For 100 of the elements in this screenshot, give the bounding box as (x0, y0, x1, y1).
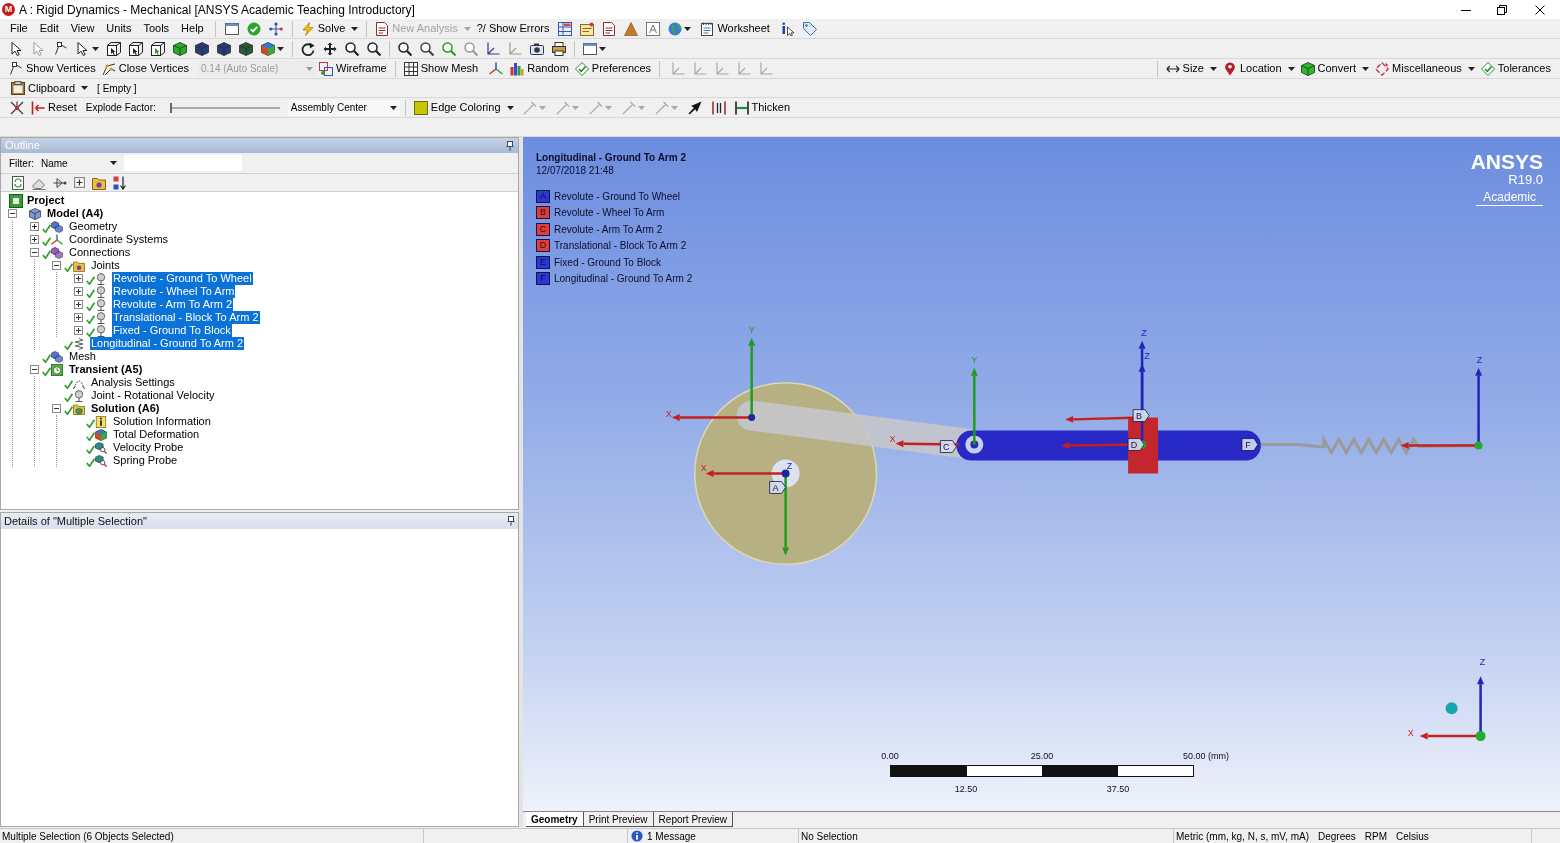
tree-item[interactable]: Transient (A5) (68, 363, 144, 376)
document-icon[interactable] (602, 21, 617, 36)
tree-item[interactable]: Connections (68, 246, 132, 259)
tree-item[interactable]: Project (26, 194, 66, 207)
wireframe-button[interactable]: Wireframe (316, 59, 390, 78)
status-units[interactable]: Metric (mm, kg, N, s, mV, mA) (1176, 828, 1309, 843)
check-circle-icon[interactable] (246, 21, 261, 36)
cube-icon[interactable] (195, 41, 209, 56)
tolerances-button[interactable]: Tolerances (1477, 59, 1554, 78)
menu-item[interactable]: Tools (137, 19, 176, 38)
menu-item[interactable]: File (4, 19, 34, 38)
center-dropdown[interactable]: Assembly Center (287, 99, 400, 116)
triangle-icon[interactable] (624, 21, 639, 36)
show-errors-button[interactable]: ?/ Show Errors (473, 19, 553, 38)
tree-item[interactable]: Velocity Probe (112, 441, 185, 454)
close-vertices-button[interactable]: Close Vertices (98, 59, 192, 78)
tree-item[interactable]: Solution Information (112, 415, 212, 428)
zoom-icon[interactable] (345, 41, 359, 56)
tree-item[interactable]: Total Deformation (112, 428, 201, 441)
collapse-icon[interactable] (30, 365, 39, 374)
tree-item[interactable]: Solution (A6) (90, 402, 161, 415)
tree-item[interactable]: Longitudinal - Ground To Arm 2 (90, 337, 245, 350)
preferences-button[interactable]: Preferences (571, 59, 655, 78)
table-icon[interactable] (558, 21, 573, 36)
collapse-icon[interactable] (8, 209, 17, 218)
expand-icon[interactable] (30, 235, 39, 244)
convert-button[interactable]: Convert (1297, 59, 1373, 78)
info-icon[interactable] (631, 830, 643, 842)
arrow-icon[interactable] (687, 100, 702, 115)
status-speed-unit[interactable]: RPM (1364, 828, 1387, 843)
thicken-button[interactable]: Thicken (731, 98, 794, 117)
cube-cursor-icon[interactable] (129, 41, 143, 56)
zoom-icon[interactable] (367, 41, 381, 56)
vertex-icon[interactable] (54, 41, 68, 56)
expand-all-icon[interactable] (74, 177, 85, 188)
tree-item[interactable]: Translational - Block To Arm 2 (112, 311, 260, 324)
caret-icon[interactable] (277, 46, 284, 51)
tree-item[interactable]: Revolute - Ground To Wheel (112, 272, 253, 285)
sort-icon[interactable] (113, 175, 127, 190)
expand-icon[interactable] (74, 300, 83, 309)
expand-icon[interactable] (74, 326, 83, 335)
location-button[interactable]: Location (1219, 59, 1298, 78)
tree-item[interactable]: Geometry (68, 220, 119, 233)
cube-icon[interactable] (261, 41, 275, 56)
random-colors-button[interactable]: Random (507, 59, 572, 78)
zoom-icon[interactable] (398, 41, 412, 56)
tree-item[interactable]: Model (A4) (46, 207, 105, 220)
move-icon[interactable] (323, 41, 337, 56)
expand-icon[interactable] (74, 313, 83, 322)
cube-icon[interactable] (173, 41, 187, 56)
zoom-icon[interactable] (420, 41, 434, 56)
tree-item[interactable]: Joints (90, 259, 121, 272)
expand-icon[interactable] (74, 274, 83, 283)
cube-icon[interactable] (239, 41, 253, 56)
pin-icon[interactable] (506, 140, 514, 151)
window-icon[interactable] (583, 41, 597, 56)
tag-icon[interactable] (802, 21, 817, 36)
caret-icon[interactable] (599, 46, 606, 51)
slider-thumb[interactable] (169, 102, 172, 113)
status-angle-unit[interactable]: Degrees (1317, 828, 1356, 843)
refresh-icon[interactable] (11, 175, 25, 190)
tree-item[interactable]: Fixed - Ground To Block (112, 324, 232, 337)
graphics-viewport[interactable] (523, 137, 1560, 811)
thick-lines-icon[interactable] (711, 100, 726, 115)
window-icon[interactable] (224, 21, 239, 36)
status-messages[interactable]: 1 Message (647, 828, 696, 843)
menu-item[interactable]: Help (175, 19, 210, 38)
show-mesh-button[interactable]: Show Mesh (400, 59, 482, 78)
reset-button[interactable]: Reset (28, 98, 80, 117)
menu-item[interactable]: Edit (33, 19, 65, 38)
tree-item[interactable]: Revolute - Arm To Arm 2 (112, 298, 233, 311)
menu-item[interactable]: Units (100, 19, 138, 38)
caret-icon[interactable] (684, 26, 692, 31)
tree-item[interactable]: Spring Probe (112, 454, 179, 467)
explode-slider[interactable] (169, 102, 280, 113)
tree-item[interactable]: Analysis Settings (90, 376, 176, 389)
rotate-icon[interactable] (301, 41, 315, 56)
folder-icon[interactable] (92, 175, 106, 190)
view-tab[interactable]: Print Preview (583, 812, 654, 827)
pin-icon[interactable] (507, 516, 515, 526)
cube-cursor-icon[interactable] (107, 41, 121, 56)
size-button[interactable]: Size (1162, 59, 1220, 78)
solve-button[interactable]: Solve (297, 19, 362, 38)
view-tab[interactable]: Report Preview (653, 812, 733, 827)
expand-icon[interactable] (74, 287, 83, 296)
tree-item[interactable]: Coordinate Systems (68, 233, 170, 246)
globe-icon[interactable] (668, 21, 683, 36)
tree-item[interactable]: Revolute - Wheel To Arm (112, 285, 236, 298)
axes-icon[interactable] (486, 41, 500, 56)
worksheet-button[interactable]: Worksheet (697, 19, 773, 38)
caret-icon[interactable] (92, 46, 99, 51)
collapse-icon[interactable] (30, 248, 39, 257)
clipboard-button[interactable]: Clipboard (8, 79, 92, 97)
arrow-pointer-icon[interactable] (76, 41, 90, 56)
cube-icon[interactable] (217, 41, 231, 56)
collapse-icon[interactable] (52, 404, 61, 413)
status-temperature-unit[interactable]: Celsius (1396, 828, 1429, 843)
burst-icon[interactable] (10, 100, 24, 115)
menu-item[interactable]: View (64, 19, 101, 38)
info-cursor-icon[interactable] (780, 21, 795, 36)
